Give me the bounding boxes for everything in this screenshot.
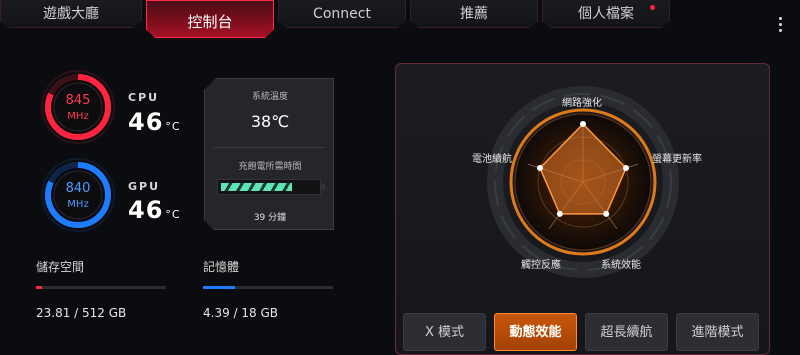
mode-button-advanced[interactable]: 進階模式: [676, 313, 759, 351]
mode-button-label: 進階模式: [691, 325, 744, 340]
axis-label-refresh-rate: 螢幕更新率: [652, 154, 702, 165]
tab-label: 個人檔案: [578, 6, 634, 22]
storage-usage-fill: [36, 286, 42, 289]
radar-point: [536, 165, 543, 172]
storage-usage-bar: [36, 286, 166, 289]
system-temperature-title: 系統溫度: [251, 92, 288, 102]
tab-connect[interactable]: Connect: [278, 0, 406, 28]
radar-point: [580, 121, 586, 127]
mode-button-label: 超長續航: [600, 325, 653, 340]
tab-label: 遊戲大廳: [43, 6, 99, 22]
memory-usage-fill: [203, 286, 235, 289]
tab-console[interactable]: 控制台: [146, 0, 274, 38]
charge-time-title: 充飽電所需時間: [238, 162, 302, 172]
tab-label: 推薦: [460, 6, 488, 22]
cpu-frequency-unit: MHz: [67, 111, 89, 122]
cpu-frequency: 845: [65, 93, 91, 108]
storage-value: 23.81 / 512 GB: [36, 306, 127, 320]
system-temperature-value: 38℃: [250, 112, 290, 131]
mode-button-ultra-durable[interactable]: 超長續航: [585, 313, 668, 351]
radar-point: [603, 210, 610, 217]
cpu-temperature-value: 46: [128, 108, 164, 136]
charge-time-value: 39 分鐘: [253, 213, 287, 223]
cpu-label: CPU: [128, 91, 160, 104]
mode-button-x-mode[interactable]: X 模式: [403, 313, 486, 351]
cpu-temperature: 46 °C: [128, 108, 181, 136]
gpu-frequency-unit: MHz: [67, 199, 89, 210]
memory-usage-bar: [203, 286, 333, 289]
notification-dot-icon: [650, 5, 655, 10]
battery-icon: [217, 179, 321, 195]
cpu-temperature-unit: °C: [165, 120, 181, 133]
axis-label-battery-life: 電池續航: [472, 154, 512, 165]
tab-profile[interactable]: 個人檔案: [542, 0, 670, 28]
performance-mode-panel: 網路強化 螢幕更新率 系統效能 觸控反應 電池續航 X 模式 動態效能 超長續航…: [395, 63, 770, 355]
memory-title: 記憶體: [203, 260, 240, 274]
radar-point: [556, 210, 563, 217]
gpu-temperature-unit: °C: [165, 208, 181, 221]
gpu-gauge: 840 MHz: [40, 157, 116, 233]
storage-title: 儲存空間: [36, 260, 85, 274]
mode-button-dynamic[interactable]: 動態效能: [494, 313, 577, 351]
gpu-temperature-value: 46: [128, 196, 164, 224]
battery-level-fill: [221, 183, 292, 191]
axis-label-system-performance: 系統效能: [601, 260, 641, 271]
gpu-frequency: 840: [65, 181, 91, 196]
tab-label: 控制台: [187, 13, 233, 31]
system-status-panel: 系統溫度 38℃ 充飽電所需時間 39 分鐘: [204, 78, 334, 230]
memory-value: 4.39 / 18 GB: [203, 306, 279, 320]
mode-button-label: 動態效能: [509, 325, 562, 340]
axis-label-network-boost: 網路強化: [562, 98, 602, 109]
radar-point: [623, 165, 630, 172]
gpu-temperature: 46 °C: [128, 196, 181, 224]
axis-label-touch-response: 觸控反應: [521, 260, 561, 271]
tab-recommend[interactable]: 推薦: [410, 0, 538, 28]
cpu-gauge: 845 MHz: [40, 69, 116, 145]
more-vertical-icon[interactable]: [779, 17, 783, 35]
tab-game-lobby[interactable]: 遊戲大廳: [0, 0, 142, 28]
tab-label: Connect: [313, 6, 371, 22]
top-tab-bar: 遊戲大廳 控制台 Connect 推薦 個人檔案: [0, 0, 800, 38]
gpu-label: GPU: [128, 180, 161, 193]
divider: [213, 147, 325, 148]
mode-button-label: X 模式: [424, 325, 465, 340]
